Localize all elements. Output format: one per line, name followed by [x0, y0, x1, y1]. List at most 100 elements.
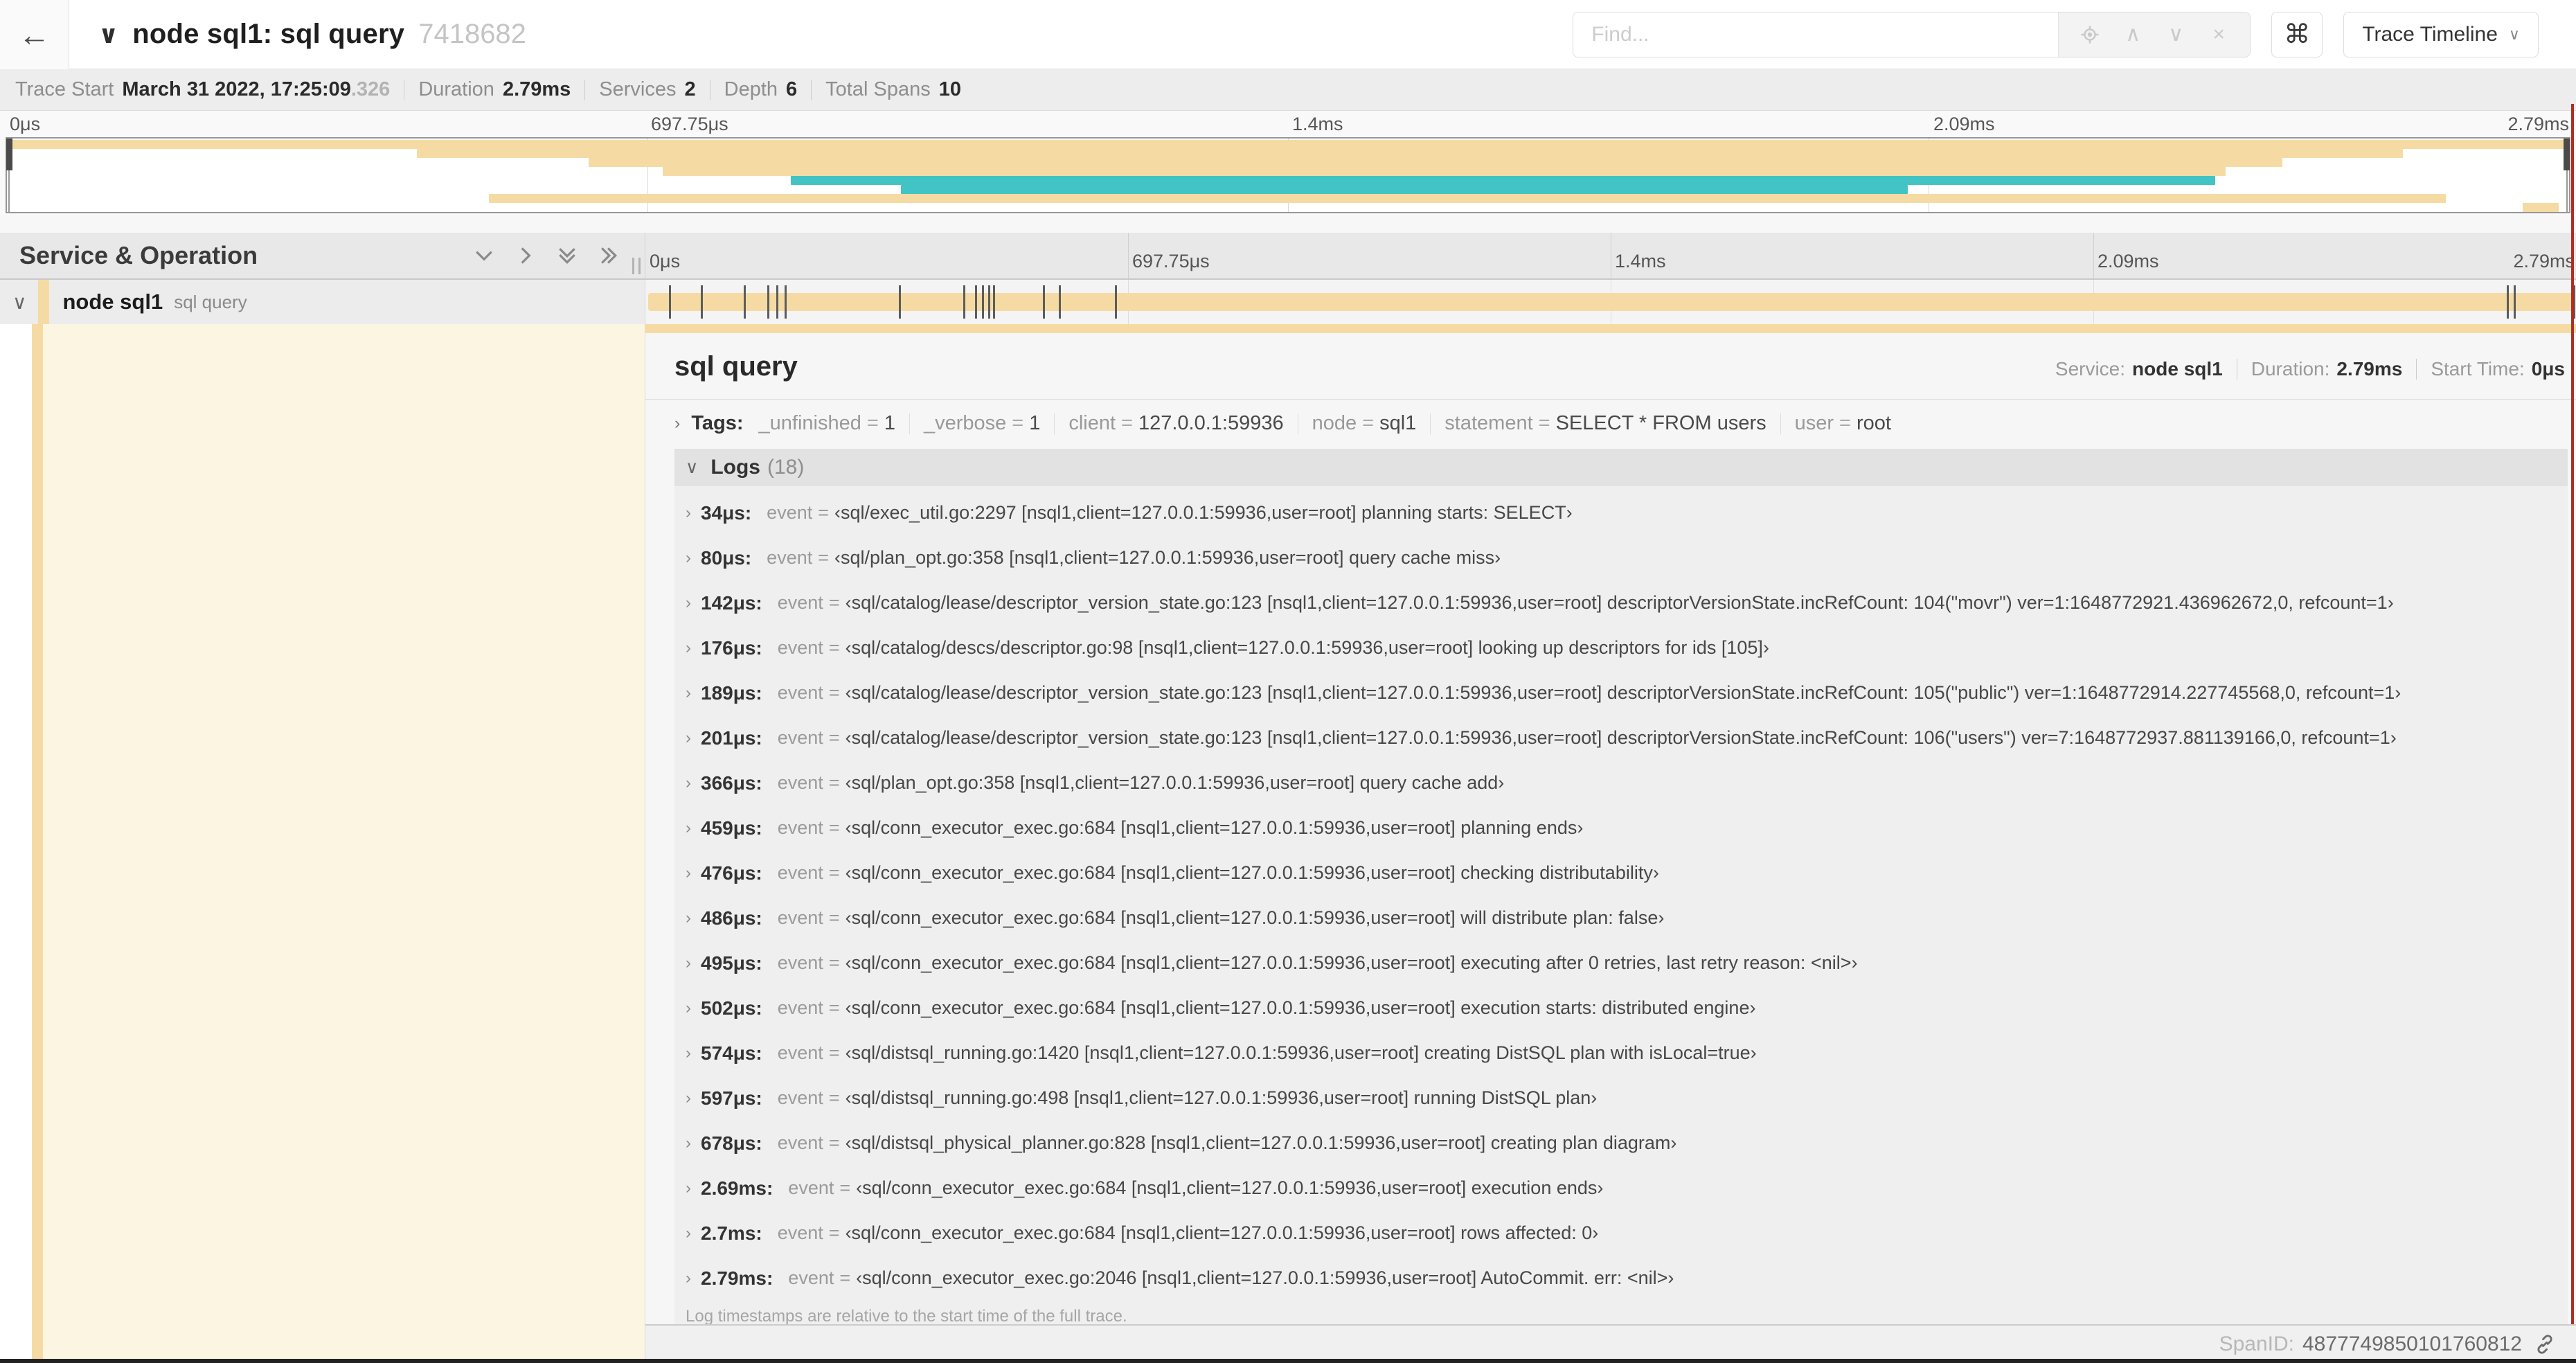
trace-collapse-chevron-icon[interactable]: ∨ [98, 20, 118, 49]
next-result-icon[interactable]: ∨ [2154, 22, 2197, 46]
log-field-value: ‹sql/conn_executor_exec.go:684 [nsql1,cl… [845, 952, 1858, 973]
log-expand-chevron-icon[interactable]: › [686, 1044, 691, 1063]
log-expand-chevron-icon[interactable]: › [686, 909, 691, 928]
left-scrubber[interactable] [6, 139, 12, 212]
span-row-name-column[interactable]: ∨ node sql1 sql query [0, 280, 645, 324]
log-entry-row[interactable]: › 34μs: event = ‹sql/exec_util.go:2297 [nsql… [674, 490, 2568, 535]
focus-target-icon[interactable] [2068, 24, 2111, 45]
minimap-canvas[interactable] [6, 137, 2570, 213]
log-timestamp: 2.7ms: [701, 1222, 762, 1244]
log-entry-row[interactable]: › 2.69ms: event = ‹sql/conn_executor_exec.go… [674, 1166, 2568, 1211]
tag-value: 1 [884, 412, 895, 434]
right-scrubber-handle[interactable] [2564, 139, 2570, 170]
log-entry-row[interactable]: › 459μs: event = ‹sql/conn_executor_exec.go:… [674, 805, 2568, 850]
log-entry-row[interactable]: › 486μs: event = ‹sql/conn_executor_exec.go:… [674, 896, 2568, 941]
expand-one-icon[interactable] [515, 244, 537, 267]
logs-header[interactable]: ∨ Logs (18) [674, 449, 2568, 486]
span-log-marker[interactable] [2514, 285, 2516, 319]
collapse-one-icon[interactable] [473, 244, 495, 267]
log-field-key: event [767, 502, 813, 523]
prev-result-icon[interactable]: ∧ [2111, 22, 2154, 46]
log-expand-chevron-icon[interactable]: › [686, 1224, 691, 1243]
log-expand-chevron-icon[interactable]: › [686, 954, 691, 973]
span-log-marker[interactable] [898, 285, 901, 319]
span-log-marker[interactable] [992, 285, 995, 319]
span-log-marker[interactable] [767, 285, 769, 319]
log-entry-row[interactable]: › 502μs: event = ‹sql/conn_executor_exec.go:… [674, 986, 2568, 1031]
right-scrubber[interactable] [2564, 139, 2570, 212]
log-expand-chevron-icon[interactable]: › [686, 639, 691, 658]
log-expand-chevron-icon[interactable]: › [686, 1179, 691, 1198]
log-entry-row[interactable]: › 201μs: event = ‹sql/catalog/lease/descript… [674, 715, 2568, 760]
span-log-marker[interactable] [2507, 285, 2510, 319]
time-tick-label: 2.79ms [2507, 114, 2569, 134]
time-tick-label: 0μs [650, 251, 681, 271]
log-entry-row[interactable]: › 678μs: event = ‹sql/distsql_physical_plann… [674, 1121, 2568, 1166]
tag-equals: = [1538, 412, 1550, 434]
log-expand-chevron-icon[interactable]: › [686, 549, 691, 568]
find-input[interactable] [1573, 12, 2059, 57]
log-expand-chevron-icon[interactable]: › [686, 594, 691, 613]
span-row-timeline[interactable] [645, 280, 2576, 324]
log-entry-row[interactable]: › 142μs: event = ‹sql/catalog/lease/descript… [674, 580, 2568, 625]
log-expand-chevron-icon[interactable]: › [686, 1269, 691, 1288]
log-entry-row[interactable]: › 176μs: event = ‹sql/catalog/descs/descript… [674, 625, 2568, 670]
log-entry-row[interactable]: › 80μs: event = ‹sql/plan_opt.go:358 [nsql1,… [674, 535, 2568, 580]
log-expand-chevron-icon[interactable]: › [686, 504, 691, 523]
clear-search-icon[interactable]: × [2197, 23, 2240, 46]
span-log-marker[interactable] [963, 285, 965, 319]
detail-offset-fill [43, 324, 645, 1363]
log-timestamp: 495μs: [701, 952, 762, 974]
span-log-marker[interactable] [743, 285, 746, 319]
logs-label: Logs [710, 456, 760, 479]
left-scrubber-handle[interactable] [6, 139, 12, 170]
back-button[interactable]: ← [0, 0, 69, 69]
log-expand-chevron-icon[interactable]: › [686, 774, 691, 793]
tags-label: Tags: [691, 412, 744, 434]
tags-expand-chevron-icon[interactable]: › [674, 413, 680, 434]
span-row[interactable]: ∨ node sql1 sql query [0, 280, 2576, 324]
tag-key: node [1312, 412, 1357, 434]
tag-separator [1430, 413, 1431, 434]
expand-all-icon[interactable] [598, 244, 620, 267]
span-expand-chevron-icon[interactable]: ∨ [0, 291, 27, 314]
minimap-span-bar [588, 158, 2282, 167]
span-log-marker[interactable] [1058, 285, 1061, 319]
log-entry-row[interactable]: › 476μs: event = ‹sql/conn_executor_exec.go:… [674, 850, 2568, 896]
log-entry-row[interactable]: › 2.7ms: event = ‹sql/conn_executor_exec.go:… [674, 1211, 2568, 1256]
deep-link-icon[interactable] [2533, 1333, 2557, 1356]
keyboard-shortcuts-button[interactable]: ⌘ [2271, 11, 2323, 57]
log-expand-chevron-icon[interactable]: › [686, 1089, 691, 1108]
view-select-button[interactable]: Trace Timeline ∨ [2343, 11, 2539, 57]
log-entry-row[interactable]: › 574μs: event = ‹sql/distsql_running.go:142… [674, 1031, 2568, 1076]
log-entry-row[interactable]: › 2.79ms: event = ‹sql/conn_executor_exec.go… [674, 1256, 2568, 1301]
log-expand-chevron-icon[interactable]: › [686, 1134, 691, 1153]
log-expand-chevron-icon[interactable]: › [686, 864, 691, 883]
tags-row[interactable]: › Tags: _unfinished = 1 _verbose = 1 client = 12… [645, 400, 2576, 445]
span-log-marker[interactable] [700, 285, 703, 319]
span-log-marker[interactable] [776, 285, 778, 319]
log-expand-chevron-icon[interactable]: › [686, 684, 691, 703]
span-log-marker[interactable] [987, 285, 990, 319]
log-expand-chevron-icon[interactable]: › [686, 999, 691, 1018]
span-duration-bar[interactable] [648, 293, 2573, 311]
span-log-marker[interactable] [784, 285, 787, 319]
log-entry-row[interactable]: › 189μs: event = ‹sql/catalog/lease/descript… [674, 670, 2568, 715]
log-entry-row[interactable]: › 597μs: event = ‹sql/distsql_running.go:498… [674, 1076, 2568, 1121]
span-log-marker[interactable] [1114, 285, 1117, 319]
span-log-marker[interactable] [981, 285, 984, 319]
log-expand-chevron-icon[interactable]: › [686, 729, 691, 748]
log-entry-row[interactable]: › 495μs: event = ‹sql/conn_executor_exec.go:… [674, 941, 2568, 986]
span-log-marker[interactable] [974, 285, 977, 319]
window-bottom-edge [0, 1359, 2576, 1363]
column-resize-grip[interactable] [632, 258, 641, 274]
tag-equals: = [1362, 412, 1375, 434]
collapse-all-icon[interactable] [556, 244, 578, 267]
log-expand-chevron-icon[interactable]: › [686, 819, 691, 838]
info-label: Duration [418, 78, 494, 100]
time-tick-label: 2.09ms [2098, 251, 2159, 271]
logs-collapse-chevron-icon[interactable]: ∨ [686, 457, 698, 478]
span-log-marker[interactable] [668, 285, 671, 319]
log-entry-row[interactable]: › 366μs: event = ‹sql/plan_opt.go:358 [nsql1… [674, 760, 2568, 805]
span-log-marker[interactable] [1042, 285, 1045, 319]
